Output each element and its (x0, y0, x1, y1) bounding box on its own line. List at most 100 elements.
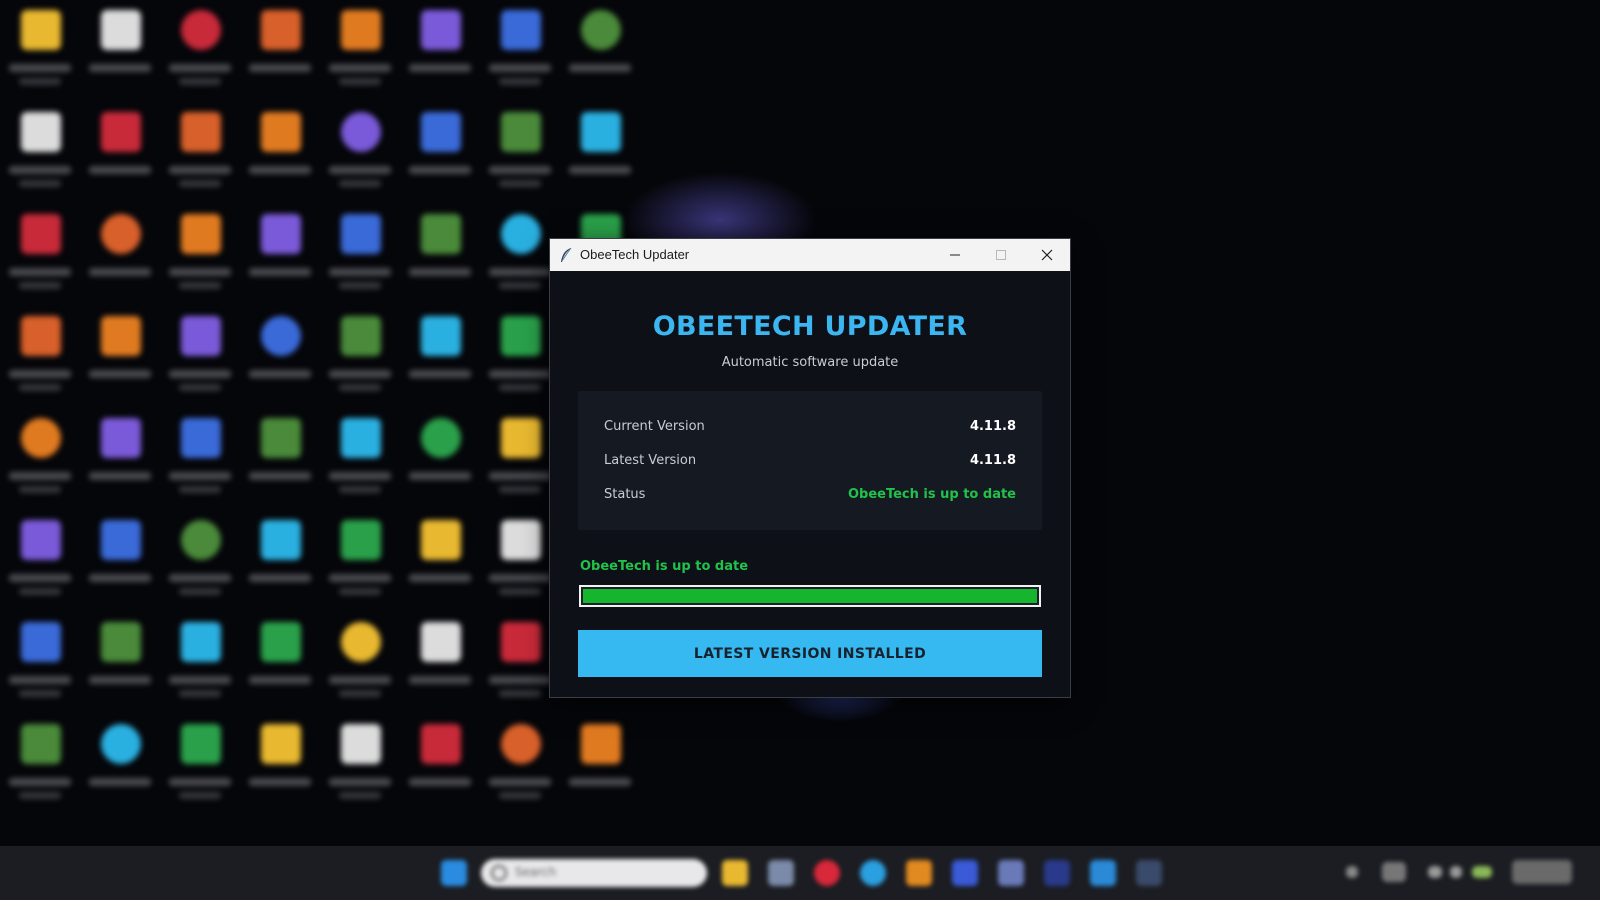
app-icon-red[interactable] (814, 860, 840, 886)
desktop-shortcut-icon[interactable] (85, 208, 155, 304)
desktop-shortcut-icon[interactable] (85, 4, 155, 100)
updater-taskbar-icon[interactable] (1136, 860, 1162, 886)
desktop-shortcut-icon[interactable] (165, 718, 235, 814)
desktop-shortcut-icon[interactable] (165, 106, 235, 202)
desktop-shortcut-icon[interactable] (485, 208, 555, 304)
desktop-shortcut-icon[interactable] (325, 616, 395, 712)
desktop-shortcut-icon[interactable] (245, 718, 315, 814)
desktop-shortcut-icon[interactable] (405, 4, 475, 100)
desktop-shortcut-icon[interactable] (565, 4, 635, 100)
shortcut-label (89, 472, 151, 480)
start-icon[interactable] (441, 860, 467, 886)
shortcut-label (409, 778, 471, 786)
desktop-shortcut-icon[interactable] (405, 718, 475, 814)
desktop-shortcut-icon[interactable] (325, 106, 395, 202)
desktop-shortcut-icon[interactable] (405, 310, 475, 406)
desktop-shortcut-icon[interactable] (165, 4, 235, 100)
notepad-icon[interactable] (768, 860, 794, 886)
desktop-shortcut-icon[interactable] (325, 412, 395, 508)
desktop-shortcut-icon[interactable] (485, 106, 555, 202)
status-value: ObeeTech is up to date (847, 487, 1016, 502)
desktop-shortcut-icon[interactable] (405, 208, 475, 304)
taskbar-search-input[interactable]: Search (481, 859, 707, 887)
desktop-shortcut-icon[interactable] (85, 616, 155, 712)
file-explorer-icon[interactable] (722, 860, 748, 886)
shortcut-label-line (179, 78, 221, 85)
shortcut-label-line (499, 588, 541, 595)
shortcut-label-line (499, 792, 541, 799)
desktop-shortcut-icon[interactable] (325, 514, 395, 610)
app-icon-blue[interactable] (860, 860, 886, 886)
vscode-icon[interactable] (1090, 860, 1116, 886)
desktop-shortcut-icon[interactable] (165, 208, 235, 304)
desktop-shortcut-icon[interactable] (245, 310, 315, 406)
desktop-shortcut-icon[interactable] (485, 718, 555, 814)
desktop-shortcut-icon[interactable] (5, 208, 75, 304)
maximize-button[interactable] (978, 239, 1024, 271)
battery-icon[interactable] (1472, 866, 1492, 878)
desktop-shortcut-icon[interactable] (165, 616, 235, 712)
desktop-shortcut-icon[interactable] (565, 718, 635, 814)
desktop-shortcut-icon[interactable] (245, 412, 315, 508)
desktop-shortcut-icon[interactable] (245, 514, 315, 610)
desktop-shortcut-icon[interactable] (405, 616, 475, 712)
photoshop-icon[interactable] (1044, 860, 1070, 886)
desktop-shortcut-icon[interactable] (165, 514, 235, 610)
shortcut-label (169, 676, 231, 684)
desktop-shortcut-icon[interactable] (565, 106, 635, 202)
desktop-shortcut-icon[interactable] (5, 514, 75, 610)
latest-version-installed-button[interactable]: LATEST VERSION INSTALLED (578, 630, 1042, 677)
app-icon-indigo[interactable] (952, 860, 978, 886)
shortcut-label-line (339, 180, 381, 187)
shortcut-label (249, 574, 311, 582)
desktop-shortcut-icon[interactable] (165, 310, 235, 406)
desktop-shortcut-icon[interactable] (85, 310, 155, 406)
desktop-shortcut-icon[interactable] (245, 616, 315, 712)
shortcut-label (249, 268, 311, 276)
desktop-shortcut-icon[interactable] (485, 412, 555, 508)
desktop-shortcut-icon[interactable] (5, 4, 75, 100)
shortcut-graphic (501, 520, 541, 560)
desktop-shortcut-icon[interactable] (5, 718, 75, 814)
minimize-button[interactable] (932, 239, 978, 271)
desktop-shortcut-icon[interactable] (5, 616, 75, 712)
clock[interactable] (1512, 860, 1572, 884)
desktop-shortcut-icon[interactable] (5, 106, 75, 202)
desktop-shortcut-icon[interactable] (245, 208, 315, 304)
app-icon-orange[interactable] (906, 860, 932, 886)
shortcut-graphic (181, 316, 221, 356)
shortcut-label (329, 166, 391, 174)
chevron-up-icon[interactable] (1346, 866, 1358, 878)
desktop-shortcut-icon[interactable] (485, 616, 555, 712)
desktop-shortcut-icon[interactable] (405, 412, 475, 508)
desktop-shortcut-icon[interactable] (485, 4, 555, 100)
desktop-shortcut-icon[interactable] (325, 310, 395, 406)
desktop-shortcut-icon[interactable] (245, 106, 315, 202)
wifi-icon[interactable] (1428, 866, 1442, 878)
app-icon-purple[interactable] (998, 860, 1024, 886)
shortcut-graphic (101, 214, 141, 254)
shortcut-label (569, 64, 631, 72)
language-indicator[interactable] (1382, 862, 1406, 882)
desktop-shortcut-icon[interactable] (165, 412, 235, 508)
desktop-shortcut-icon[interactable] (85, 718, 155, 814)
title-bar[interactable]: ObeeTech Updater (550, 239, 1070, 271)
desktop-shortcut-icon[interactable] (485, 514, 555, 610)
desktop-shortcut-icon[interactable] (325, 4, 395, 100)
desktop-shortcut-icon[interactable] (325, 208, 395, 304)
shortcut-graphic (421, 112, 461, 152)
desktop-shortcut-icon[interactable] (85, 412, 155, 508)
desktop-shortcut-icon[interactable] (5, 412, 75, 508)
desktop-shortcut-icon[interactable] (405, 106, 475, 202)
desktop-shortcut-icon[interactable] (325, 718, 395, 814)
close-button[interactable] (1024, 239, 1070, 271)
desktop-shortcut-icon[interactable] (5, 310, 75, 406)
shortcut-graphic (341, 520, 381, 560)
desktop-shortcut-icon[interactable] (485, 310, 555, 406)
desktop-shortcut-icon[interactable] (85, 106, 155, 202)
desktop-shortcut-icon[interactable] (245, 4, 315, 100)
volume-icon[interactable] (1450, 866, 1462, 878)
desktop-shortcut-icon[interactable] (85, 514, 155, 610)
shortcut-label (9, 64, 71, 72)
desktop-shortcut-icon[interactable] (405, 514, 475, 610)
